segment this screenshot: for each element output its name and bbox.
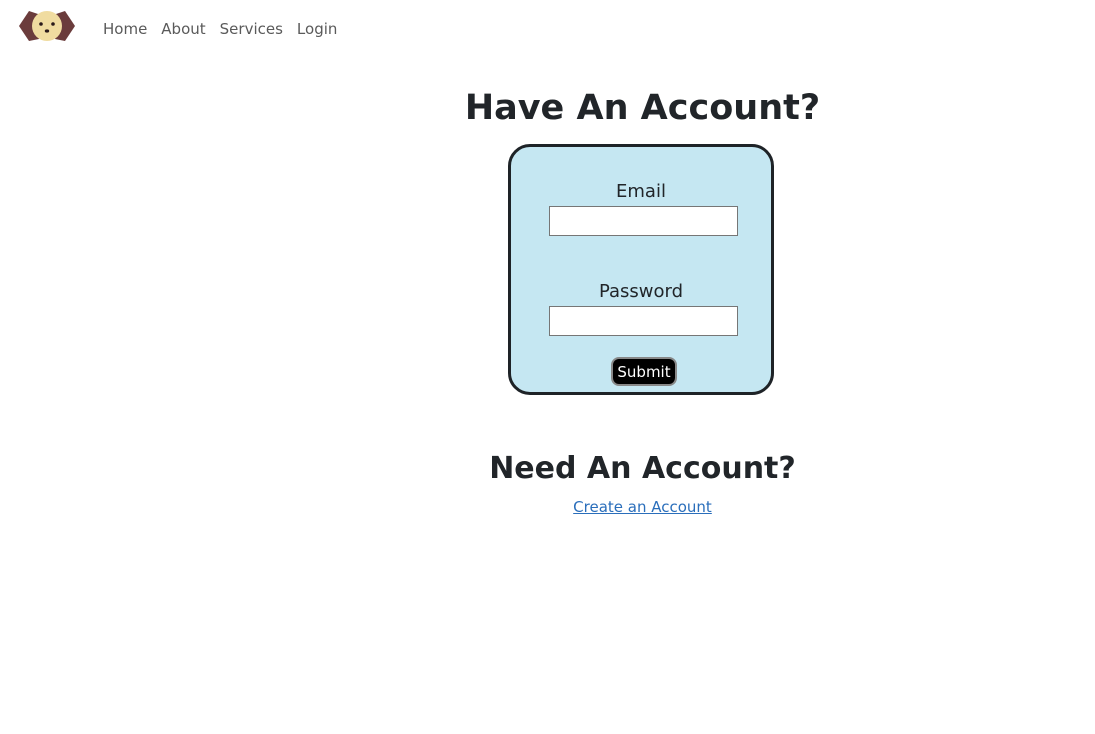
create-account-link[interactable]: Create an Account <box>573 498 712 516</box>
create-account-container: Create an Account <box>0 498 1095 516</box>
nav-link-home[interactable]: Home <box>103 19 147 39</box>
signup-title: Need An Account? <box>489 451 796 486</box>
submit-button[interactable]: Submit <box>611 357 677 386</box>
nav-link-about[interactable]: About <box>161 19 205 39</box>
nav-link-services[interactable]: Services <box>220 19 283 39</box>
navbar: Home About Services Login <box>0 0 1095 60</box>
login-title: Have An Account? <box>464 88 821 128</box>
email-field[interactable] <box>549 206 738 236</box>
password-field[interactable] <box>549 306 738 336</box>
password-label: Password <box>598 281 684 302</box>
dog-face-icon[interactable] <box>19 9 75 43</box>
nav-link-login[interactable]: Login <box>297 19 337 39</box>
nav-links: Home About Services Login <box>103 19 351 39</box>
login-form: Email Password Submit <box>508 144 774 395</box>
email-label: Email <box>616 181 666 202</box>
